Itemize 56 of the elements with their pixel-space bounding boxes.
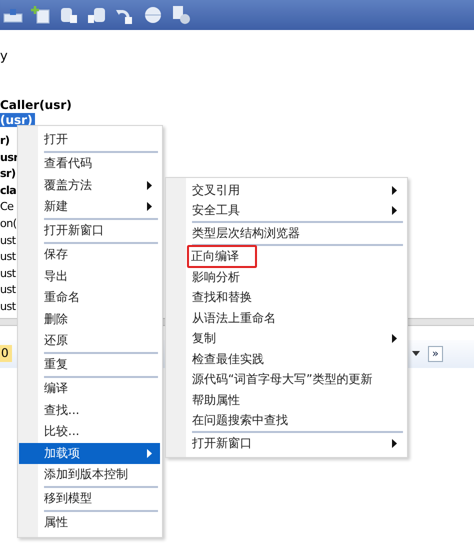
tree-node[interactable]: cla xyxy=(0,182,16,200)
tree-node[interactable]: ust xyxy=(0,232,16,250)
menu-item[interactable]: 新建 xyxy=(18,196,160,218)
menu-item[interactable]: 属性 xyxy=(18,512,160,534)
menu-item[interactable]: 编译 xyxy=(18,378,160,400)
menu-item[interactable]: 复制 xyxy=(166,328,405,349)
tree-node[interactable]: r) xyxy=(0,133,10,150)
menu-item[interactable]: 检查最佳实践 xyxy=(166,349,405,370)
menu-item[interactable]: 比较... xyxy=(18,421,160,442)
menu-item[interactable]: 还原 xyxy=(18,330,160,352)
menu-item[interactable]: 安全工具 xyxy=(166,200,405,221)
tree-node[interactable]: ust xyxy=(0,298,16,316)
menu-item[interactable]: 打开新窗口 xyxy=(18,220,160,242)
menu-item[interactable]: 导出 xyxy=(18,266,160,287)
heading-text: y xyxy=(0,49,8,65)
menu-item[interactable]: 源代码“词首字母大写”类型的更新 xyxy=(166,370,405,390)
menu-item[interactable]: 打开新窗口 xyxy=(166,434,405,454)
submenu-arrow-icon[interactable] xyxy=(392,206,397,216)
dropdown-caret-icon[interactable] xyxy=(412,350,420,357)
menu-item[interactable]: 影响分析 xyxy=(166,267,405,288)
menu-item[interactable]: 删除 xyxy=(18,308,160,330)
overflow-button[interactable]: » xyxy=(428,346,443,362)
tree-node[interactable]: on( xyxy=(0,216,16,233)
add-document-icon[interactable] xyxy=(31,5,51,25)
menu-item[interactable]: 在问题搜索中查找 xyxy=(166,410,405,431)
menu-item[interactable]: 加载项 xyxy=(19,442,160,464)
menu-item[interactable]: 交叉引用 xyxy=(166,180,405,200)
tree-node[interactable]: Ce xyxy=(0,199,14,216)
menu-item[interactable]: 添加到版本控制 xyxy=(18,464,160,486)
menu-item[interactable]: 查找和替换 xyxy=(166,288,405,308)
menu-item[interactable]: 类型层次结构浏览器 xyxy=(166,224,405,244)
submenu-arrow-icon[interactable] xyxy=(147,202,152,212)
submenu-arrow-icon[interactable] xyxy=(392,334,397,344)
menu-item[interactable]: 覆盖方法 xyxy=(18,174,160,196)
menu-item[interactable]: 移到模型 xyxy=(18,488,160,510)
tree-node[interactable]: ust xyxy=(0,266,16,282)
menu-item[interactable]: 帮助属性 xyxy=(166,390,405,410)
tree-node[interactable]: sr) xyxy=(0,166,16,183)
submenu-arrow-icon[interactable] xyxy=(392,186,397,195)
tree-node[interactable]: usr xyxy=(0,150,18,166)
tree-node[interactable]: Caller(usr) xyxy=(0,98,72,113)
menu-item[interactable]: 保存 xyxy=(18,244,160,266)
tree-node[interactable]: (usr) xyxy=(0,113,35,127)
disc-icon[interactable] xyxy=(143,5,163,25)
menu-item[interactable]: 查找... xyxy=(18,400,160,421)
menu-item[interactable]: 从语法上重命名 xyxy=(166,308,405,328)
submenu-arrow-icon[interactable] xyxy=(147,180,152,190)
menu-item[interactable]: 查看代码 xyxy=(18,153,160,174)
menu-item[interactable]: 打开 xyxy=(18,129,160,150)
menu-item[interactable]: 正向编译 xyxy=(166,246,405,267)
tree-node[interactable]: ust xyxy=(0,249,16,266)
menu-item[interactable]: 重复 xyxy=(18,354,160,376)
menu-item[interactable]: 重命名 xyxy=(18,287,160,308)
status-badge: 0 xyxy=(0,345,12,362)
tree-node[interactable]: ust xyxy=(0,282,16,299)
submenu-arrow-icon[interactable] xyxy=(392,439,397,448)
